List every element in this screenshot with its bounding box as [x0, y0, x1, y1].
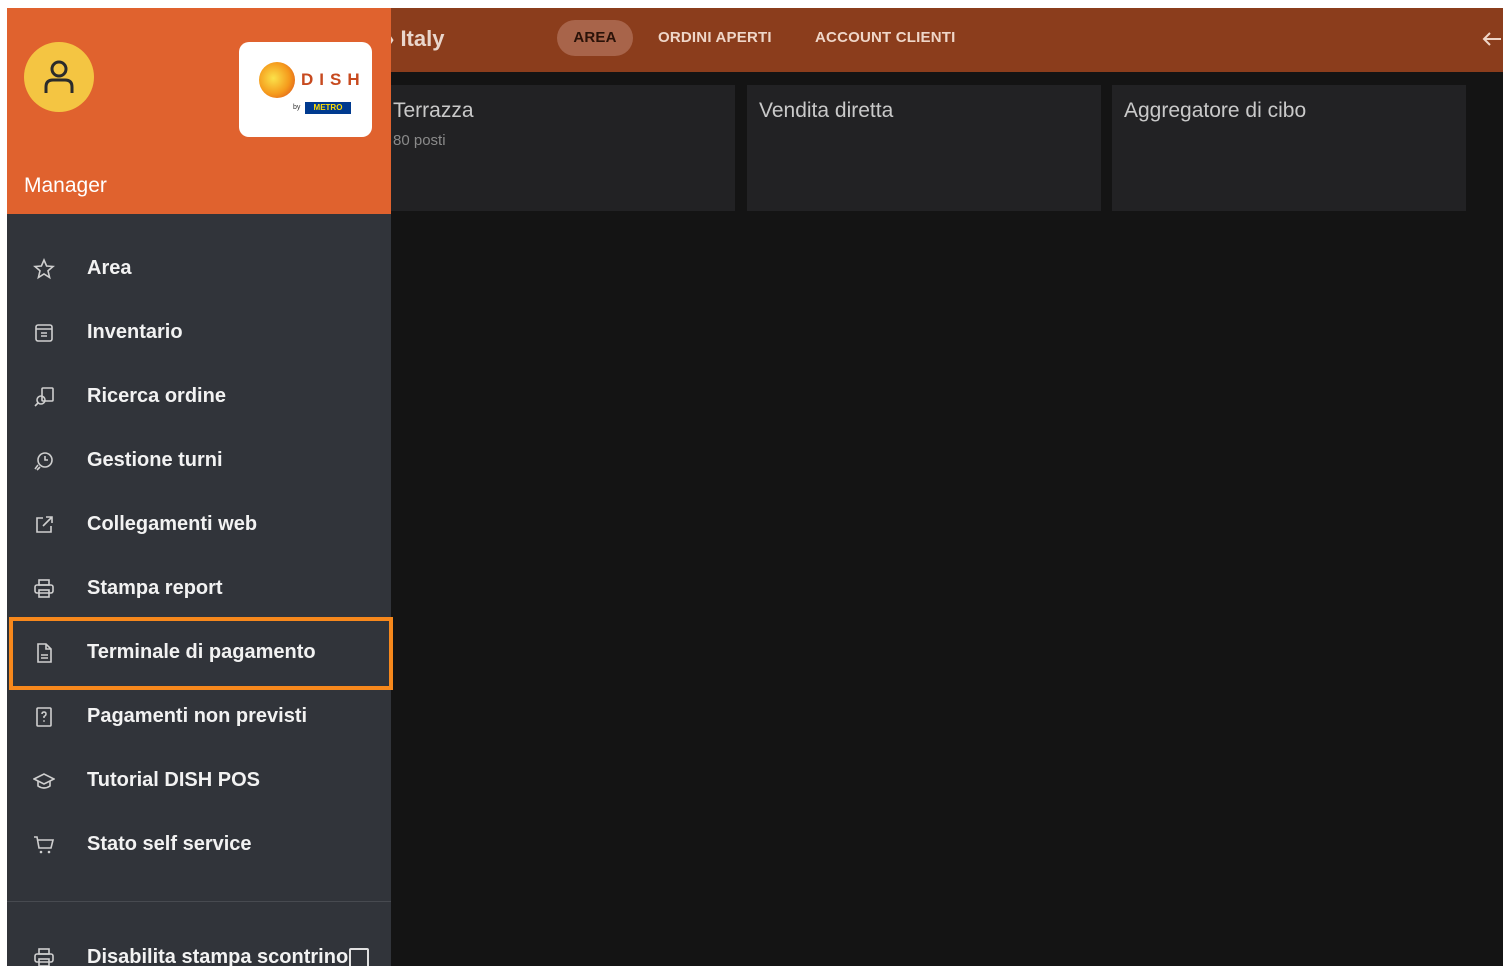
menu-item-label: Stato self service [87, 833, 252, 855]
shift-clock-icon [34, 452, 53, 471]
menu-item-stato-self-service[interactable]: Stato self service [7, 813, 391, 877]
menu-item-ricerca-ordine[interactable]: Ricerca ordine [7, 365, 391, 429]
graduation-cap-icon [33, 773, 55, 789]
user-icon [44, 60, 74, 93]
menu-item-area[interactable]: Area [7, 237, 391, 301]
menu-item-tutorial[interactable]: Tutorial DISH POS [7, 749, 391, 813]
star-icon [33, 258, 55, 280]
cart-icon [34, 836, 55, 854]
drawer-divider [7, 901, 391, 902]
external-link-icon [36, 516, 53, 533]
search-order-icon [34, 387, 54, 407]
printer-icon [34, 948, 54, 966]
menu-item-label: Gestione turni [87, 449, 223, 471]
menu-item-pagamenti-non-previsti[interactable]: Pagamenti non previsti [7, 685, 391, 749]
user-role: Manager [24, 174, 107, 197]
app-screen: › Italy AREA ORDINI APERTI ACCOUNT CLIEN… [7, 8, 1503, 966]
question-box-icon [36, 707, 52, 727]
store-title: › Italy [387, 26, 445, 51]
tab-account-clienti[interactable]: ACCOUNT CLIENTI [815, 20, 956, 56]
menu-item-disabilita-stampa[interactable]: Disabilita stampa scontrino [7, 926, 391, 966]
area-card-seats: 80 posti [393, 132, 446, 149]
area-card-vendita-diretta[interactable]: Vendita diretta [747, 85, 1101, 211]
drawer-header: DISH by METRO Manager [7, 8, 391, 214]
menu-item-label: Area [87, 257, 132, 279]
disable-receipt-checkbox[interactable] [349, 948, 369, 966]
menu-item-collegamenti-web[interactable]: Collegamenti web [7, 493, 391, 557]
menu-item-inventario[interactable]: Inventario [7, 301, 391, 365]
highlight-frame [9, 617, 393, 690]
area-card-aggregatore[interactable]: Aggregatore di cibo [1112, 85, 1466, 211]
menu-item-label: Disabilita stampa scontrino [87, 946, 349, 966]
menu-item-gestione-turni[interactable]: Gestione turni [7, 429, 391, 493]
inventory-icon [35, 324, 53, 342]
area-card-title: Terrazza [393, 99, 474, 122]
dish-logo: DISH by METRO [239, 42, 372, 137]
tab-ordini-aperti[interactable]: ORDINI APERTI [658, 20, 772, 56]
printer-icon [34, 579, 54, 598]
tab-area[interactable]: AREA [557, 20, 633, 56]
menu-item-label: Stampa report [87, 577, 223, 599]
menu-item-label: Ricerca ordine [87, 385, 226, 407]
logo-by-text: by [293, 104, 301, 111]
navigation-drawer: DISH by METRO Manager Area Inventario Ri… [7, 8, 391, 966]
logo-metro-badge: METRO [305, 102, 351, 114]
menu-item-label: Pagamenti non previsti [87, 705, 308, 727]
menu-item-label: Tutorial DISH POS [87, 769, 260, 791]
menu-item-stampa-report[interactable]: Stampa report [7, 557, 391, 621]
logo-brand-text: DISH [301, 70, 366, 89]
arrow-left-icon[interactable] [1481, 28, 1503, 50]
area-card-title: Aggregatore di cibo [1124, 99, 1307, 122]
area-card-title: Vendita diretta [759, 99, 894, 122]
area-card-terrazza[interactable]: Terrazza 80 posti [381, 85, 735, 211]
logo-circle-icon [259, 62, 295, 98]
avatar[interactable] [24, 42, 94, 112]
menu-item-label: Inventario [87, 321, 183, 343]
menu-item-label: Collegamenti web [87, 513, 258, 535]
